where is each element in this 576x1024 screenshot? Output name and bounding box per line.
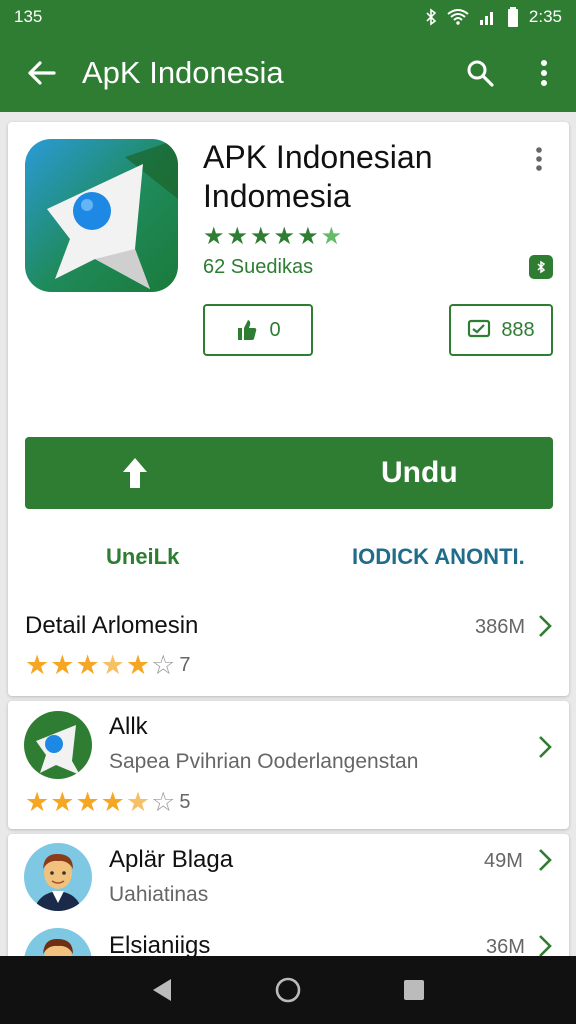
- app-icon[interactable]: [25, 139, 178, 292]
- star-icon: ★: [50, 787, 75, 817]
- likes-button[interactable]: 0: [203, 304, 313, 356]
- detail-title: Detail Arlomesin: [25, 612, 199, 639]
- avatar: [24, 843, 92, 911]
- more-vert-icon: [541, 60, 547, 86]
- star-icon: ★: [250, 223, 272, 250]
- chevron-right-icon[interactable]: [538, 848, 552, 872]
- search-icon: [467, 60, 494, 87]
- star-icon: ★: [273, 223, 296, 250]
- arrow-back-icon: [28, 61, 56, 85]
- star-icon: ★: [226, 223, 249, 250]
- star-icon: ★: [320, 223, 343, 250]
- download-icon: [123, 458, 147, 488]
- app-rating-stars: ★ ★ ★ ★ ★ ★: [203, 222, 342, 251]
- chevron-right-icon[interactable]: [538, 934, 552, 958]
- likes-count: 0: [269, 318, 281, 341]
- app-bar: ApK Indonesia: [0, 34, 576, 112]
- detail-rating-count: 7: [179, 654, 191, 676]
- thumb-up-icon: [238, 320, 257, 340]
- star-icon: ★: [297, 223, 319, 250]
- status-time: 2:35: [528, 7, 562, 26]
- app-name: APK Indonesian Indomesia: [203, 139, 433, 214]
- reviews-button[interactable]: 888: [449, 304, 553, 356]
- star-icon: ★: [100, 787, 125, 817]
- uninstall-link[interactable]: UneiLk: [106, 544, 179, 570]
- card-overflow-button[interactable]: [535, 146, 543, 177]
- star-logo-icon: [47, 139, 178, 289]
- star-icon: ★: [203, 223, 225, 250]
- list-item-subtitle: Sapea Pvihrian Ooderlangenstan: [109, 750, 419, 773]
- star-icon: ★: [125, 650, 151, 680]
- star-outline-icon: ☆: [151, 787, 176, 817]
- status-left-text: 135: [14, 7, 43, 26]
- battery-icon: [507, 7, 518, 27]
- detail-rating: ★ ★ ★ ★ ★ ☆ 7: [25, 650, 190, 681]
- star-half-icon: ★: [125, 787, 151, 817]
- chevron-right-icon[interactable]: [538, 614, 552, 638]
- star-logo-icon: [36, 725, 80, 775]
- star-half-icon: ★: [100, 650, 125, 680]
- nav-back-icon[interactable]: [150, 977, 174, 1003]
- bluetooth-icon: [426, 8, 437, 26]
- nav-home-icon[interactable]: [274, 976, 302, 1004]
- install-button[interactable]: Undu: [25, 437, 553, 509]
- overflow-menu-button[interactable]: [512, 59, 576, 87]
- verified-badge: [529, 255, 553, 279]
- app-developer: 62 Suedikas: [203, 256, 314, 278]
- list-item-subtitle: Uahiatinas: [109, 883, 209, 906]
- list-item[interactable]: Allk Sapea Pvihrian Ooderlangenstan ★ ★ …: [8, 701, 569, 829]
- reviews-count: 888: [501, 318, 535, 341]
- install-label: Undu: [381, 456, 458, 489]
- bluetooth-icon: [537, 260, 546, 274]
- signal-icon: [479, 12, 493, 25]
- back-button[interactable]: [0, 60, 82, 86]
- more-vert-icon: [536, 147, 542, 171]
- star-icon: ★: [75, 787, 100, 817]
- app-icon: [24, 711, 92, 779]
- app-detail-card: APK Indonesian Indomesia ★ ★ ★ ★ ★ ★ 62 …: [8, 122, 569, 696]
- list-item-rating-count: 5: [179, 791, 191, 813]
- star-icon: ★: [75, 650, 100, 680]
- star-icon: ★: [50, 650, 75, 680]
- search-button[interactable]: [448, 59, 512, 87]
- open-link[interactable]: IODICK ANONTI.: [352, 544, 525, 570]
- wifi-icon: [447, 9, 469, 25]
- list-item[interactable]: Aplär Blaga Uahiatinas 49M Elsianiigs 36…: [8, 834, 569, 996]
- list-item-title: Allk: [109, 713, 148, 740]
- status-bar: 135 2:35: [0, 0, 576, 34]
- app-bar-title: ApK Indonesia: [82, 55, 284, 90]
- person-avatar-icon: [34, 853, 82, 911]
- chevron-right-icon[interactable]: [538, 735, 552, 759]
- list-item-rating: ★ ★ ★ ★ ★ ☆ 5: [25, 787, 190, 818]
- detail-size: 386M: [475, 616, 526, 638]
- chat-icon: [468, 319, 491, 338]
- system-nav-bar: [0, 956, 576, 1024]
- star-icon: ★: [25, 650, 50, 680]
- list-item-size: 49M: [484, 850, 523, 872]
- status-icons: 2:35: [425, 7, 562, 27]
- star-outline-icon: ☆: [151, 650, 176, 680]
- star-icon: ★: [25, 787, 50, 817]
- nav-recents-icon[interactable]: [402, 978, 426, 1002]
- list-item-title: Aplär Blaga: [109, 846, 234, 873]
